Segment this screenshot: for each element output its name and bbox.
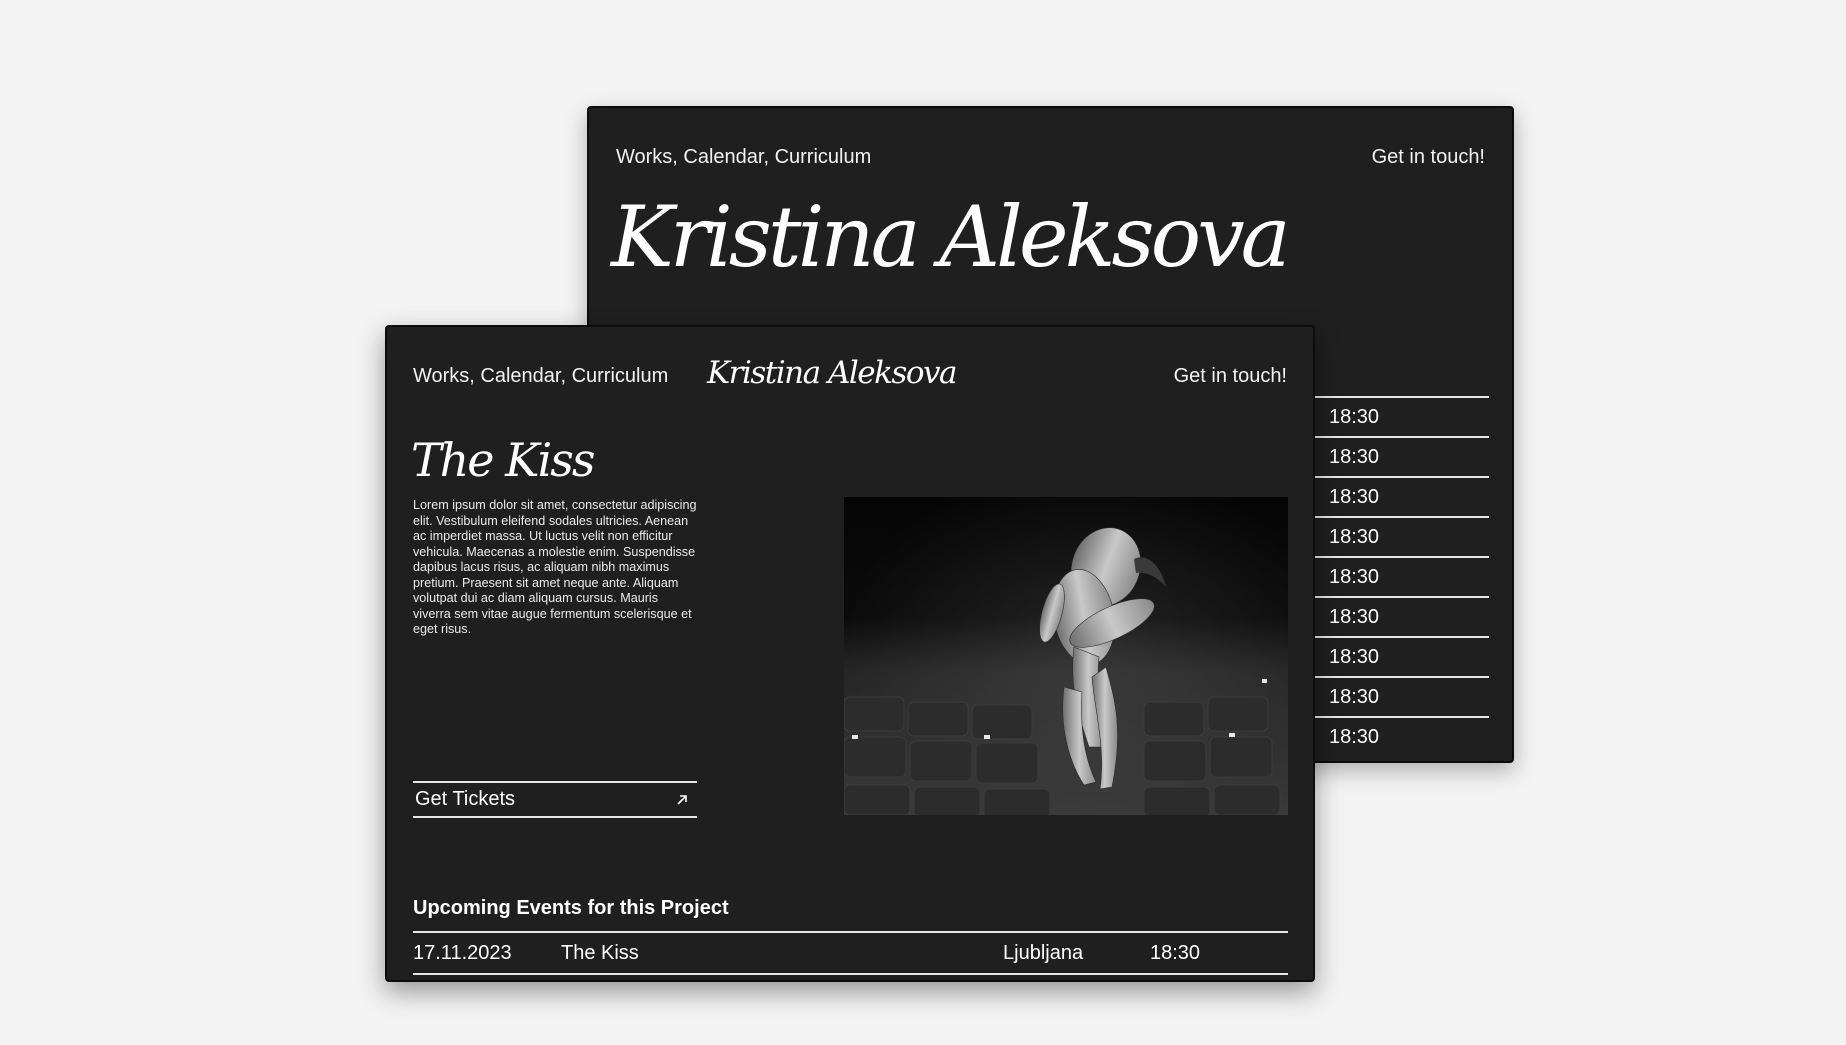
upcoming-events-heading: Upcoming Events for this Project xyxy=(413,897,729,919)
schedule-row[interactable]: 18:30 xyxy=(1289,516,1489,556)
get-tickets-label: Get Tickets xyxy=(415,788,516,810)
schedule-time: 18:30 xyxy=(1329,645,1380,668)
event-date: 17.11.2023 xyxy=(413,942,512,964)
schedule-row[interactable]: 18:30 xyxy=(1289,676,1489,716)
mockup-stage: Works, Calendar, Curriculum Get in touch… xyxy=(0,0,1846,1045)
arrow-up-right-icon xyxy=(677,794,687,805)
event-row[interactable]: 17.11.2023 The Kiss Ljubljana 18:30 xyxy=(413,931,1288,975)
get-tickets-button[interactable]: Get Tickets xyxy=(413,781,697,818)
event-time: 18:30 xyxy=(1150,942,1201,964)
project-page-preview: Works, Calendar, Curriculum Kristina Ale… xyxy=(385,325,1315,982)
schedule-row[interactable]: 18:30 xyxy=(1289,596,1489,636)
contact-link[interactable]: Get in touch! xyxy=(1174,365,1287,388)
schedule-time: 18:30 xyxy=(1329,685,1380,708)
schedule-row[interactable]: 18:30 xyxy=(1289,396,1489,436)
schedule-row[interactable]: 18:30 xyxy=(1289,556,1489,596)
performance-photo xyxy=(844,497,1288,815)
project-title: The Kiss xyxy=(411,433,595,487)
schedule-time: 18:30 xyxy=(1329,525,1380,548)
event-title: The Kiss xyxy=(561,942,639,964)
schedule-row[interactable]: 18:30 xyxy=(1289,636,1489,676)
site-logo[interactable]: Kristina Aleksova xyxy=(707,355,957,391)
hero-name: Kristina Aleksova xyxy=(611,188,1291,286)
event-city: Ljubljana xyxy=(1003,942,1084,964)
schedule-time: 18:30 xyxy=(1329,565,1380,588)
nav-links[interactable]: Works, Calendar, Curriculum xyxy=(413,365,668,388)
schedule-row[interactable]: 18:30 xyxy=(1289,436,1489,476)
schedule-list: 18:30 18:30 18:30 18:30 18:30 18:30 18:3… xyxy=(1289,396,1489,756)
schedule-row[interactable]: 18:30 xyxy=(1289,476,1489,516)
schedule-time: 18:30 xyxy=(1329,445,1380,468)
schedule-time: 18:30 xyxy=(1329,485,1380,508)
project-description: Lorem ipsum dolor sit amet, consectetur … xyxy=(413,498,697,636)
schedule-time: 18:30 xyxy=(1329,605,1380,628)
schedule-time: 18:30 xyxy=(1329,405,1380,428)
nav-links[interactable]: Works, Calendar, Curriculum xyxy=(616,146,871,169)
schedule-row[interactable]: 18:30 xyxy=(1289,716,1489,756)
contact-link[interactable]: Get in touch! xyxy=(1372,146,1485,169)
schedule-time: 18:30 xyxy=(1329,725,1380,748)
